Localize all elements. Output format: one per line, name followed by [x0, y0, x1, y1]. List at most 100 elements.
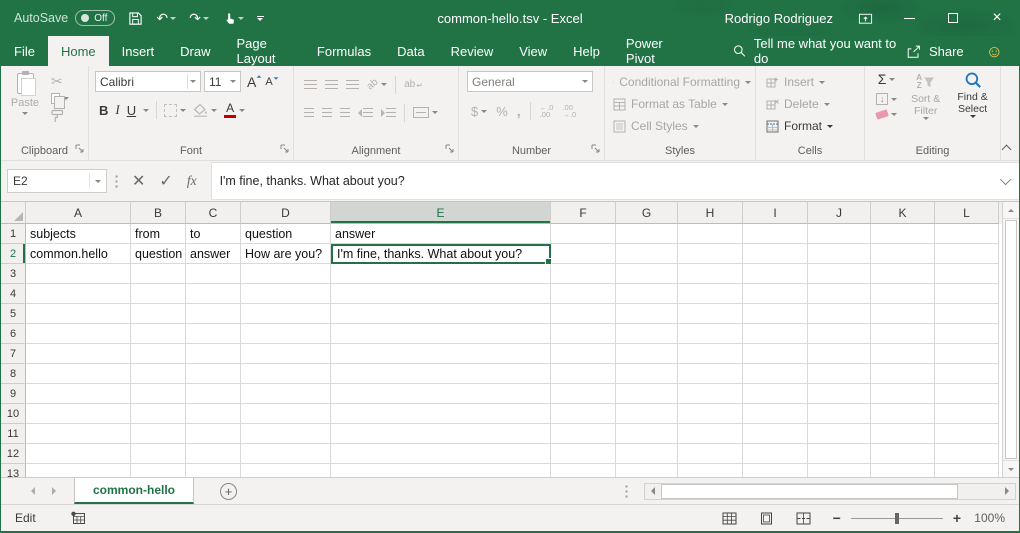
format-cells-button[interactable]: Format: [766, 116, 860, 136]
touch-mouse-mode-button[interactable]: [222, 11, 244, 26]
column-header-B[interactable]: B: [131, 202, 186, 224]
tell-me-box[interactable]: Tell me what you want to do: [733, 36, 906, 66]
row-header-10[interactable]: 10: [1, 404, 26, 424]
page-layout-view-button[interactable]: [759, 512, 774, 525]
share-button[interactable]: Share: [906, 36, 964, 66]
zoom-level[interactable]: 100%: [971, 511, 1005, 525]
cell-K4[interactable]: [871, 284, 935, 304]
accounting-format-button[interactable]: $: [471, 104, 487, 119]
cell-G8[interactable]: [616, 364, 678, 384]
cell-G10[interactable]: [616, 404, 678, 424]
cell-L3[interactable]: [935, 264, 999, 284]
cell-styles-button[interactable]: Cell Styles: [613, 116, 751, 136]
align-left-button[interactable]: [304, 108, 314, 117]
alignment-dialog-launcher[interactable]: [445, 142, 454, 156]
page-break-view-button[interactable]: [796, 512, 811, 525]
align-middle-button[interactable]: [325, 80, 338, 89]
cell-K12[interactable]: [871, 444, 935, 464]
cell-G4[interactable]: [616, 284, 678, 304]
cell-E13[interactable]: [331, 464, 551, 477]
cell-J7[interactable]: [808, 344, 871, 364]
cell-C5[interactable]: [186, 304, 241, 324]
scroll-up-button[interactable]: [1003, 202, 1019, 219]
cell-B13[interactable]: [131, 464, 186, 477]
fill-color-button[interactable]: [193, 103, 217, 117]
cell-L5[interactable]: [935, 304, 999, 324]
cell-C6[interactable]: [186, 324, 241, 344]
vertical-scroll-thumb[interactable]: [1005, 220, 1017, 459]
cell-I8[interactable]: [743, 364, 808, 384]
cell-L2[interactable]: [935, 244, 999, 264]
undo-dropdown-caret[interactable]: [170, 17, 176, 20]
cell-J2[interactable]: [808, 244, 871, 264]
cell-B3[interactable]: [131, 264, 186, 284]
cell-H12[interactable]: [678, 444, 743, 464]
cell-E8[interactable]: [331, 364, 551, 384]
cell-K10[interactable]: [871, 404, 935, 424]
cell-H8[interactable]: [678, 364, 743, 384]
cell-F7[interactable]: [551, 344, 616, 364]
tab-file[interactable]: File: [1, 36, 48, 66]
cell-J3[interactable]: [808, 264, 871, 284]
comma-style-button[interactable]: ,: [517, 103, 521, 119]
cell-D8[interactable]: [241, 364, 331, 384]
row-header-3[interactable]: 3: [1, 264, 26, 284]
cell-D10[interactable]: [241, 404, 331, 424]
name-box[interactable]: E2: [7, 169, 107, 193]
cell-H6[interactable]: [678, 324, 743, 344]
cell-L10[interactable]: [935, 404, 999, 424]
cell-H5[interactable]: [678, 304, 743, 324]
format-as-table-button[interactable]: Format as Table: [613, 94, 751, 114]
conditional-formatting-button[interactable]: Conditional Formatting: [613, 72, 751, 92]
cell-E10[interactable]: [331, 404, 551, 424]
font-size-combo[interactable]: 11: [204, 71, 241, 92]
zoom-slider-thumb[interactable]: [895, 513, 899, 524]
cell-D5[interactable]: [241, 304, 331, 324]
cell-B2[interactable]: question: [131, 244, 186, 264]
cell-L9[interactable]: [935, 384, 999, 404]
row-header-2[interactable]: 2: [1, 244, 26, 264]
cell-L13[interactable]: [935, 464, 999, 477]
percent-style-button[interactable]: %: [496, 104, 508, 119]
column-header-J[interactable]: J: [808, 202, 871, 224]
underline-button[interactable]: U: [127, 103, 136, 118]
cell-D9[interactable]: [241, 384, 331, 404]
cell-G5[interactable]: [616, 304, 678, 324]
cell-C2[interactable]: answer: [186, 244, 241, 264]
clear-button[interactable]: [876, 111, 897, 118]
collapse-ribbon-button[interactable]: [1002, 145, 1012, 155]
cell-B4[interactable]: [131, 284, 186, 304]
cell-E7[interactable]: [331, 344, 551, 364]
cell-D13[interactable]: [241, 464, 331, 477]
cell-C7[interactable]: [186, 344, 241, 364]
decrease-decimal-button[interactable]: .00→.0: [562, 104, 576, 118]
wrap-text-button[interactable]: ab↵: [404, 79, 423, 90]
cell-H11[interactable]: [678, 424, 743, 444]
cell-J11[interactable]: [808, 424, 871, 444]
cell-K9[interactable]: [871, 384, 935, 404]
cancel-button[interactable]: ✕: [132, 171, 145, 191]
cell-K13[interactable]: [871, 464, 935, 477]
cell-D11[interactable]: [241, 424, 331, 444]
column-header-G[interactable]: G: [616, 202, 678, 224]
clipboard-dialog-launcher[interactable]: [75, 142, 84, 156]
cell-C4[interactable]: [186, 284, 241, 304]
feedback-smiley-button[interactable]: ☺: [986, 36, 1003, 66]
cell-I4[interactable]: [743, 284, 808, 304]
row-header-4[interactable]: 4: [1, 284, 26, 304]
cell-I13[interactable]: [743, 464, 808, 477]
cell-H3[interactable]: [678, 264, 743, 284]
cell-A1[interactable]: subjects: [26, 224, 131, 244]
autosum-button[interactable]: Σ: [878, 71, 896, 87]
cell-C10[interactable]: [186, 404, 241, 424]
orientation-button[interactable]: ab: [367, 79, 387, 90]
cell-J13[interactable]: [808, 464, 871, 477]
font-dialog-launcher[interactable]: [280, 142, 289, 156]
redo-dropdown-caret[interactable]: [203, 17, 209, 20]
cell-B9[interactable]: [131, 384, 186, 404]
cell-B11[interactable]: [131, 424, 186, 444]
cell-H2[interactable]: [678, 244, 743, 264]
cell-H1[interactable]: [678, 224, 743, 244]
cell-G7[interactable]: [616, 344, 678, 364]
tab-formulas[interactable]: Formulas: [304, 36, 384, 66]
